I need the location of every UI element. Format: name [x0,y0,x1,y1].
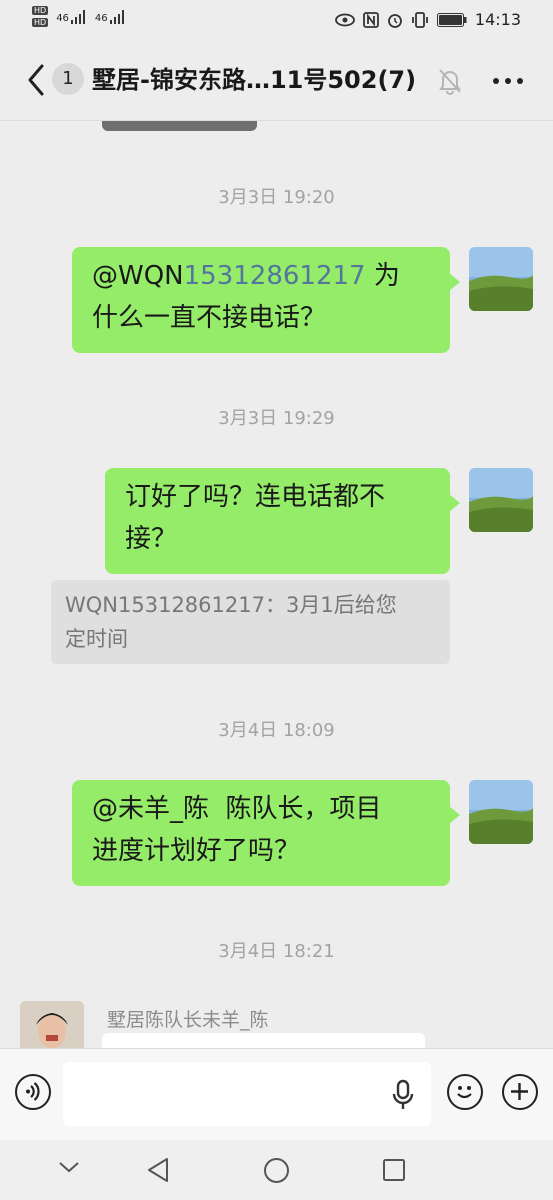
signal-2-label: 46 [94,12,108,24]
eye-icon [334,13,355,26]
timestamp: 3月4日 18:09 [218,720,335,741]
sender-name: 墅居陈队长未羊_陈 [107,1009,269,1031]
clock: 14:13 [474,10,521,29]
signal-2: 46 [94,9,126,24]
input-bar [0,1048,553,1141]
phone-number-link[interactable]: 15312861217 [184,261,366,291]
alarm-icon [387,13,402,28]
landscape-avatar-icon [469,780,533,844]
chat-title: 墅居-锦安东路…11号502(7) [92,66,417,94]
sender-avatar[interactable] [20,1001,84,1048]
incoming-message[interactable] [102,1033,425,1048]
microphone-icon[interactable] [390,1079,416,1111]
emoji-icon [457,1086,472,1099]
chevron-down-icon[interactable] [58,1160,80,1174]
quote-line: 定时间 [65,627,128,651]
timestamp: 3月3日 19:29 [218,408,335,429]
image-message-partial[interactable] [102,121,257,131]
message-text: 为 [365,261,400,291]
message-line: 什么一直不接电话？ [92,303,327,333]
hd-badge-2: HD [32,18,49,27]
triangle-back-icon[interactable] [146,1157,170,1183]
nfc-icon [362,11,379,28]
status-right: 14:13 [334,10,521,29]
message-line: 订好了吗？连电话都不 [125,482,386,512]
signal-bars-icon [109,9,124,24]
plus-button[interactable] [502,1074,538,1110]
quoted-message[interactable]: WQN15312861217：3月1后给您 定时间 [51,580,450,664]
message-line: 接？ [125,524,178,554]
circle-home-icon[interactable] [263,1157,290,1184]
bell-off-icon [439,69,461,95]
landscape-avatar-icon [469,247,533,311]
status-bar: HD HD 46 46 14:13 [0,0,553,40]
outgoing-message[interactable]: @未羊_陈 陈队长，项目 进度计划好了吗？ [72,780,460,886]
message-list[interactable]: 3月3日 19:20 @WQN15312861217 为 什么一直不接电话？ 3… [0,121,553,1048]
landscape-avatar-icon [469,468,533,532]
my-avatar[interactable] [469,780,533,844]
vibrate-icon [411,11,428,28]
battery-icon [436,12,467,27]
more-dots-icon[interactable] [488,66,528,96]
unread-count-badge[interactable]: 1 [52,63,84,95]
timestamp: 3月4日 18:21 [218,941,335,962]
status-left: HD HD 46 46 [32,6,126,27]
person-avatar-icon [20,1001,84,1048]
timestamp: 3月3日 19:20 [218,187,335,208]
mention[interactable]: @WQN [92,261,184,291]
my-avatar[interactable] [469,247,533,311]
chat-header: 1 墅居-锦安东路…11号502(7) [0,40,553,121]
hd-indicators: HD HD [32,6,49,27]
signal-1: 46 [56,9,87,24]
voice-mode-icon [26,1082,40,1101]
system-navigation-bar [0,1140,553,1200]
outgoing-message[interactable]: @WQN15312861217 为 什么一直不接电话？ [72,247,460,353]
my-avatar[interactable] [469,468,533,532]
hd-badge-1: HD [32,6,49,15]
signal-bars-icon [70,9,85,24]
voice-mode-button[interactable] [15,1074,51,1110]
square-recent-icon[interactable] [382,1158,406,1182]
outgoing-message[interactable]: 订好了吗？连电话都不 接？ [105,468,460,574]
message-input[interactable] [63,1062,431,1126]
signal-1-label: 46 [56,12,69,24]
plus-icon [511,1083,528,1100]
quote-line: WQN15312861217：3月1后给您 [65,593,397,617]
chevron-left-icon[interactable] [22,62,52,98]
emoji-button[interactable] [447,1074,483,1110]
message-line: @WQN15312861217 为 [92,255,430,297]
message-line: @未羊_陈 陈队长，项目 [92,794,382,824]
message-line: 进度计划好了吗？ [92,836,301,866]
